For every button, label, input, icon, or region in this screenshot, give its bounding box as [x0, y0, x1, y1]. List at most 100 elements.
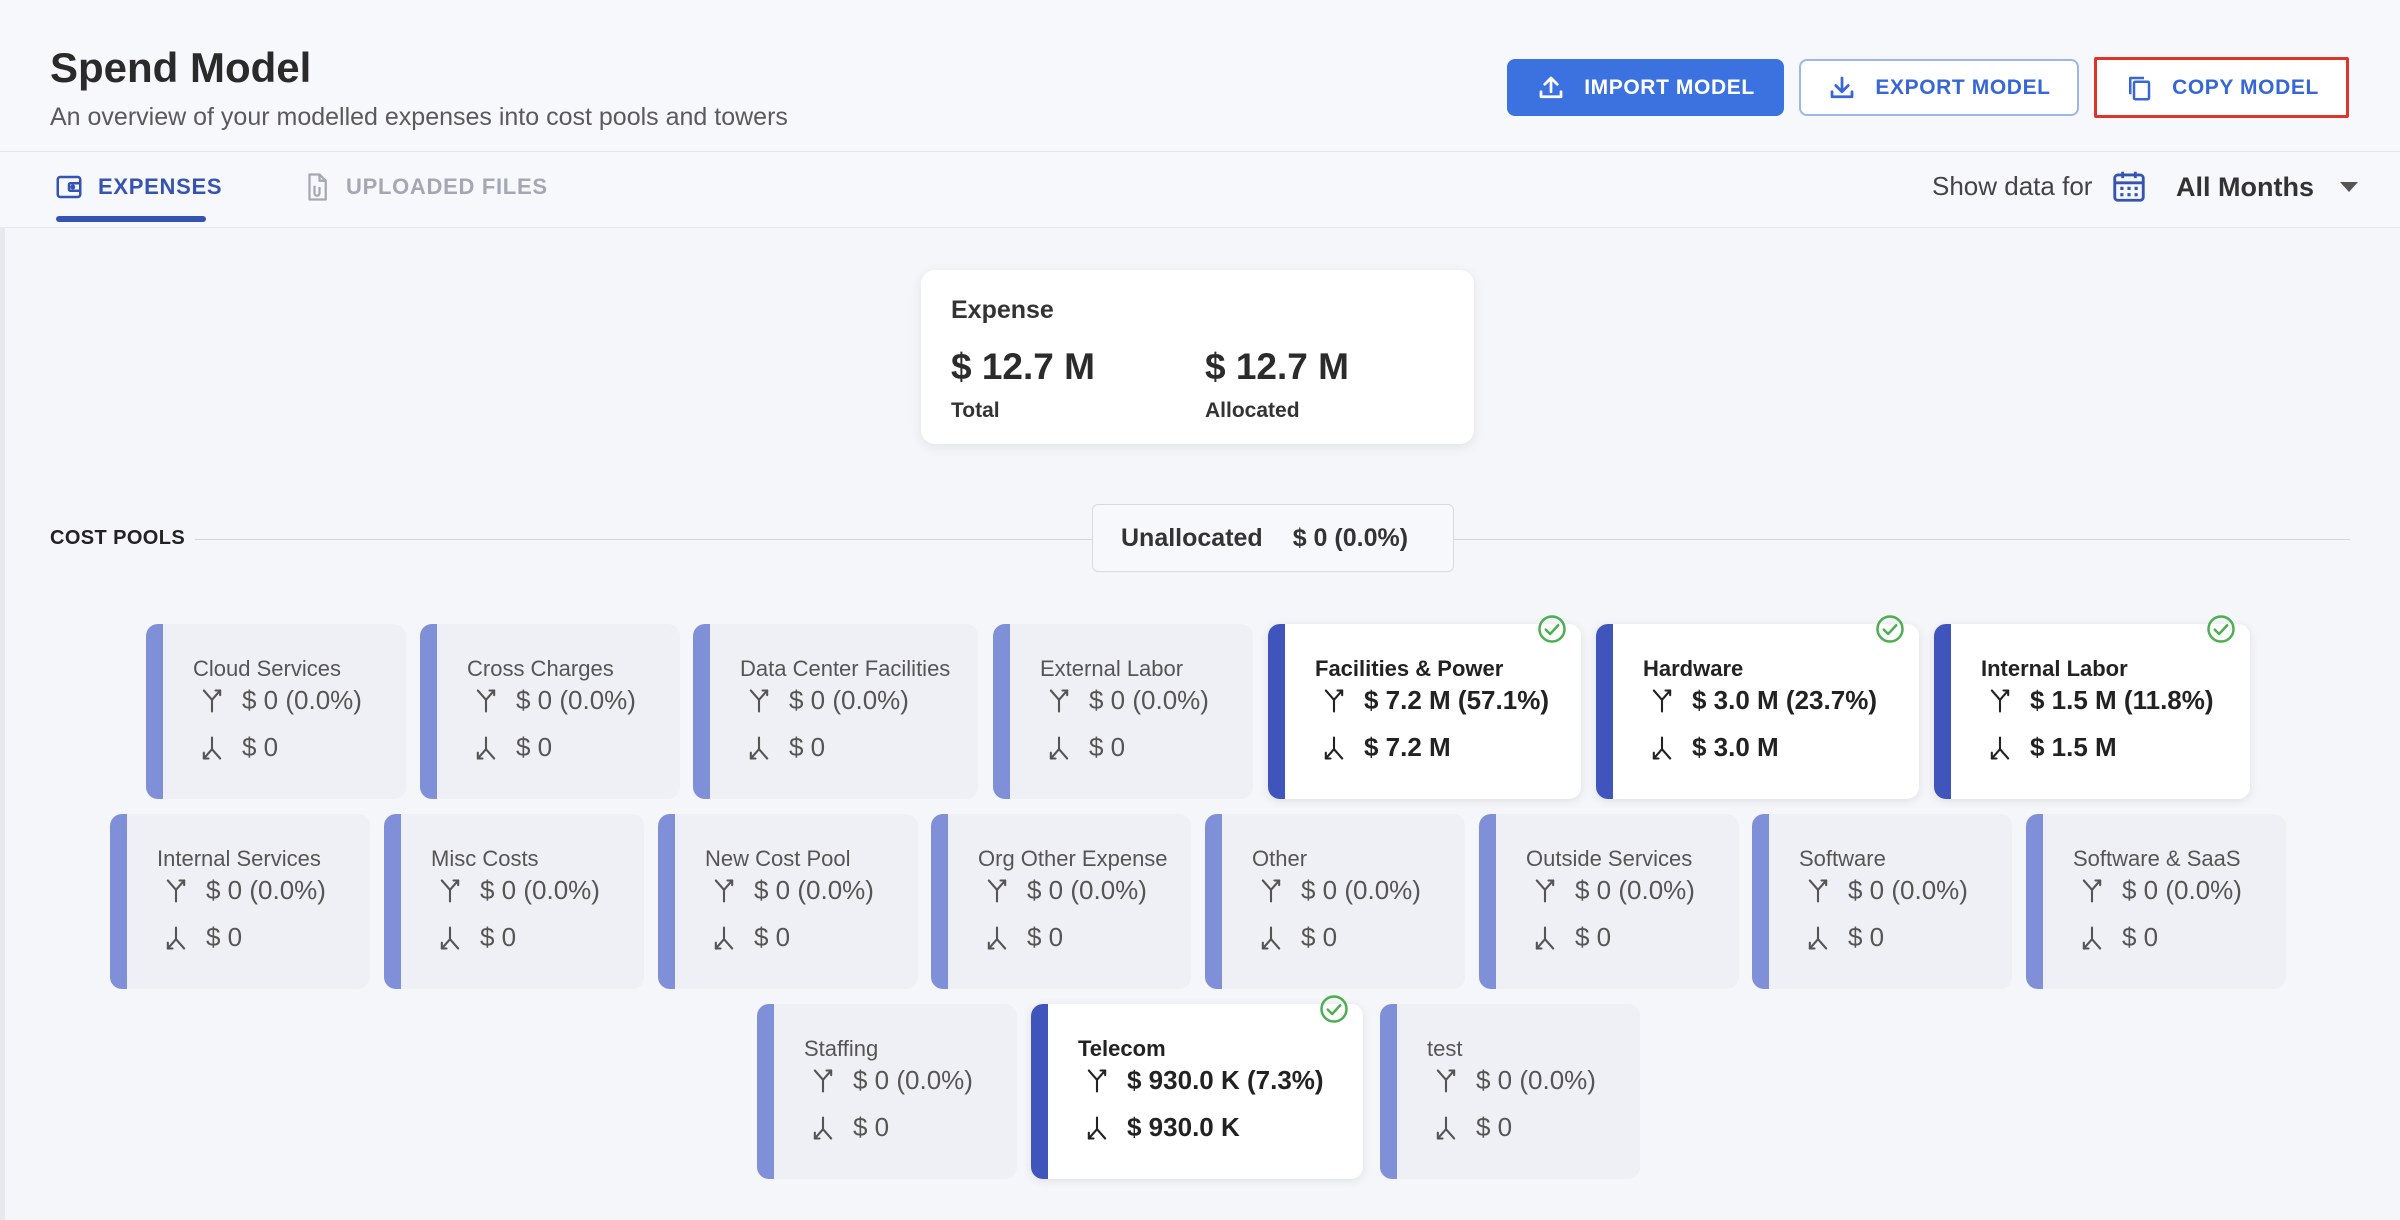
cost-pool-inflow: $ 0 (0.0%)	[198, 685, 362, 716]
check-circle-icon	[2206, 614, 2236, 644]
cost-pool-card[interactable]: Org Other Expense $ 0 (0.0%) $ 0	[931, 814, 1191, 989]
outflow-icon	[202, 735, 222, 760]
cost-pool-inflow-value: $ 0 (0.0%)	[1027, 875, 1147, 905]
cost-pool-inflow-value: $ 0 (0.0%)	[480, 875, 600, 905]
outflow-icon	[1990, 735, 2010, 760]
import-model-button[interactable]: IMPORT MODEL	[1507, 59, 1784, 116]
wallet-icon	[56, 175, 82, 199]
cost-pool-inflow-value: $ 0 (0.0%)	[1089, 685, 1209, 715]
unallocated-value: $ 0 (0.0%)	[1292, 523, 1409, 552]
inflow-icon	[1261, 878, 1281, 903]
outflow-icon	[987, 925, 1007, 950]
cost-pool-card[interactable]: Cloud Services $ 0 (0.0%) $ 0	[146, 624, 406, 799]
cost-pool-name: Internal Labor	[1981, 656, 2128, 681]
tab-expenses[interactable]: EXPENSES	[54, 172, 222, 202]
cost-pool-name: Misc Costs	[431, 846, 539, 871]
export-model-label: EXPORT MODEL	[1875, 75, 2051, 99]
cost-pool-outflow: $ 0	[1531, 922, 1611, 953]
page-header: Spend Model An overview of your modelled…	[0, 0, 2400, 152]
cost-pool-card[interactable]: Internal Labor $ 1.5 M (11.8%) $ 1.5 M	[1934, 624, 2250, 799]
cost-pool-outflow-value: $ 0	[789, 732, 826, 762]
outflow-icon	[2082, 925, 2102, 950]
inflow-icon	[987, 878, 1007, 903]
months-select[interactable]: All Months	[2176, 172, 2314, 203]
download-icon	[1831, 76, 1854, 98]
cost-pool-name: Hardware	[1643, 656, 1744, 681]
cost-pool-card[interactable]: test $ 0 (0.0%) $ 0	[1380, 1004, 1640, 1179]
cost-pool-outflow: $ 0	[2078, 922, 2158, 953]
active-tab-indicator	[56, 216, 206, 222]
cost-pool-outflow: $ 0	[472, 732, 552, 763]
chevron-down-icon[interactable]	[2340, 182, 2358, 192]
import-model-label: IMPORT MODEL	[1584, 75, 1755, 99]
cost-pool-inflow: $ 7.2 M (57.1%)	[1320, 685, 1549, 716]
cost-pool-name: Cloud Services	[193, 656, 341, 681]
cost-pool-card[interactable]: Cross Charges $ 0 (0.0%) $ 0	[420, 624, 680, 799]
cost-pool-outflow: $ 0	[198, 732, 278, 763]
cost-pool-inflow-value: $ 0 (0.0%)	[853, 1065, 973, 1095]
outflow-icon	[1535, 925, 1555, 950]
inflow-icon	[749, 688, 769, 713]
cost-pool-outflow: $ 0	[983, 922, 1063, 953]
expense-title: Expense	[951, 296, 1054, 324]
cost-pool-name: Facilities & Power	[1315, 656, 1504, 681]
cost-pool-card[interactable]: Hardware $ 3.0 M (23.7%) $ 3.0 M	[1596, 624, 1919, 799]
outflow-icon	[440, 925, 460, 950]
cost-pool-outflow-value: $ 0	[1089, 732, 1126, 762]
cost-pool-card[interactable]: Data Center Facilities $ 0 (0.0%) $ 0	[693, 624, 978, 799]
cost-pool-card[interactable]: Facilities & Power $ 7.2 M (57.1%) $ 7.2 M	[1268, 624, 1581, 799]
cost-pool-name: Staffing	[804, 1036, 879, 1061]
cost-pool-card[interactable]: External Labor $ 0 (0.0%) $ 0	[993, 624, 1253, 799]
cost-pool-name: Other	[1252, 846, 1308, 871]
tab-uploaded-files-label: UPLOADED FILES	[346, 174, 548, 199]
cost-pool-card[interactable]: Telecom $ 930.0 K (7.3%) $ 930.0 K	[1031, 1004, 1363, 1179]
cost-pool-card[interactable]: Staffing $ 0 (0.0%) $ 0	[757, 1004, 1017, 1179]
inflow-icon	[1808, 878, 1828, 903]
outflow-icon	[749, 735, 769, 760]
cost-pool-inflow-value: $ 3.0 M (23.7%)	[1692, 685, 1877, 715]
cost-pool-inflow: $ 0 (0.0%)	[1257, 875, 1421, 906]
cost-pools-heading: COST POOLS	[50, 527, 186, 549]
cost-pool-card[interactable]: New Cost Pool $ 0 (0.0%) $ 0	[658, 814, 918, 989]
export-model-button[interactable]: EXPORT MODEL	[1799, 59, 2079, 116]
cost-pool-inflow-value: $ 0 (0.0%)	[1301, 875, 1421, 905]
calendar-icon[interactable]	[2110, 166, 2148, 206]
cost-pool-inflow-value: $ 0 (0.0%)	[242, 685, 362, 715]
cost-pool-card[interactable]: Software & SaaS $ 0 (0.0%) $ 0	[2026, 814, 2286, 989]
cost-pool-outflow-value: $ 0	[1301, 922, 1338, 952]
cost-pool-inflow-value: $ 0 (0.0%)	[1575, 875, 1695, 905]
cost-pool-inflow-value: $ 0 (0.0%)	[754, 875, 874, 905]
cost-pool-outflow: $ 1.5 M	[1986, 732, 2117, 763]
cost-pool-outflow: $ 0	[1045, 732, 1125, 763]
check-circle-icon	[1875, 614, 1905, 644]
outflow-icon	[714, 925, 734, 950]
cost-pool-card[interactable]: Other $ 0 (0.0%) $ 0	[1205, 814, 1465, 989]
cost-pool-card[interactable]: Software $ 0 (0.0%) $ 0	[1752, 814, 2012, 989]
cost-pool-card[interactable]: Outside Services $ 0 (0.0%) $ 0	[1479, 814, 1739, 989]
cost-pool-inflow: $ 0 (0.0%)	[436, 875, 600, 906]
cost-pool-outflow: $ 7.2 M	[1320, 732, 1451, 763]
expense-total-value: $ 12.7 M	[951, 346, 1095, 387]
cost-pool-outflow-value: $ 0	[1848, 922, 1885, 952]
cost-pool-outflow-value: $ 0	[853, 1112, 890, 1142]
outflow-icon	[1436, 1115, 1456, 1140]
cost-pool-inflow-value: $ 930.0 K (7.3%)	[1127, 1065, 1324, 1095]
cost-pool-outflow-value: $ 0	[242, 732, 279, 762]
cost-pool-name: Cross Charges	[467, 656, 614, 681]
cost-pool-card[interactable]: Internal Services $ 0 (0.0%) $ 0	[110, 814, 370, 989]
cost-pool-name: Software & SaaS	[2073, 846, 2241, 871]
inflow-icon	[440, 878, 460, 903]
cost-pool-outflow-value: $ 0	[206, 922, 243, 952]
tab-uploaded-files[interactable]: UPLOADED FILES	[302, 172, 548, 202]
cost-pool-name: External Labor	[1040, 656, 1184, 681]
cost-pool-outflow: $ 3.0 M	[1648, 732, 1779, 763]
copy-model-label: COPY MODEL	[2172, 75, 2319, 99]
cost-pool-outflow-value: $ 0	[516, 732, 553, 762]
cost-pool-name: New Cost Pool	[705, 846, 851, 871]
copy-model-button[interactable]: COPY MODEL	[2094, 57, 2349, 118]
cost-pool-card[interactable]: Misc Costs $ 0 (0.0%) $ 0	[384, 814, 644, 989]
cost-pool-inflow-value: $ 0 (0.0%)	[1476, 1065, 1596, 1095]
inflow-icon	[202, 688, 222, 713]
inflow-icon	[813, 1068, 833, 1093]
outflow-icon	[1324, 735, 1344, 760]
